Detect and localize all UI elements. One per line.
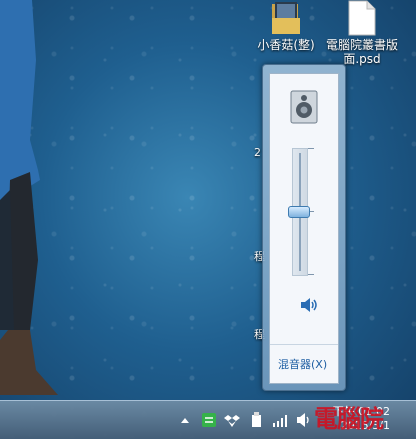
desktop-icon-folder-label: 小香菇(整) — [257, 38, 315, 52]
volume-panel: 混音器(X) — [269, 73, 339, 384]
mute-toggle-button[interactable] — [299, 296, 321, 314]
volume-icon[interactable] — [296, 412, 312, 428]
psd-file-icon — [348, 0, 376, 36]
watermark-logo: 電腦院 — [314, 405, 384, 433]
desktop-icon-folder[interactable]: 小香菇(整) — [246, 0, 326, 52]
desktop-icon-psd-label: 電腦院叢書版面.psd — [325, 38, 398, 66]
mixer-separator — [270, 344, 338, 345]
volume-flyout: 混音器(X) — [262, 64, 346, 391]
flashdrive-icon[interactable] — [248, 412, 264, 428]
volume-tick-mark — [308, 274, 314, 275]
line-icon[interactable] — [201, 412, 217, 428]
desktop-icon-psd[interactable]: 電腦院叢書版面.psd — [322, 0, 402, 66]
folder-icon — [272, 2, 300, 34]
speaker-volume-icon — [301, 298, 317, 312]
show-hidden-icons-arrow[interactable] — [177, 412, 193, 428]
network-signal-icon[interactable] — [272, 412, 288, 428]
mixer-link[interactable]: 混音器(X) — [278, 356, 327, 372]
speaker-device-icon[interactable] — [288, 90, 320, 124]
dropbox-icon[interactable] — [224, 412, 240, 428]
volume-tick-mark — [308, 148, 314, 149]
volume-slider-thumb[interactable] — [288, 206, 310, 218]
desktop-text-fragment: 2 — [254, 146, 261, 159]
wallpaper-figure — [0, 0, 58, 395]
